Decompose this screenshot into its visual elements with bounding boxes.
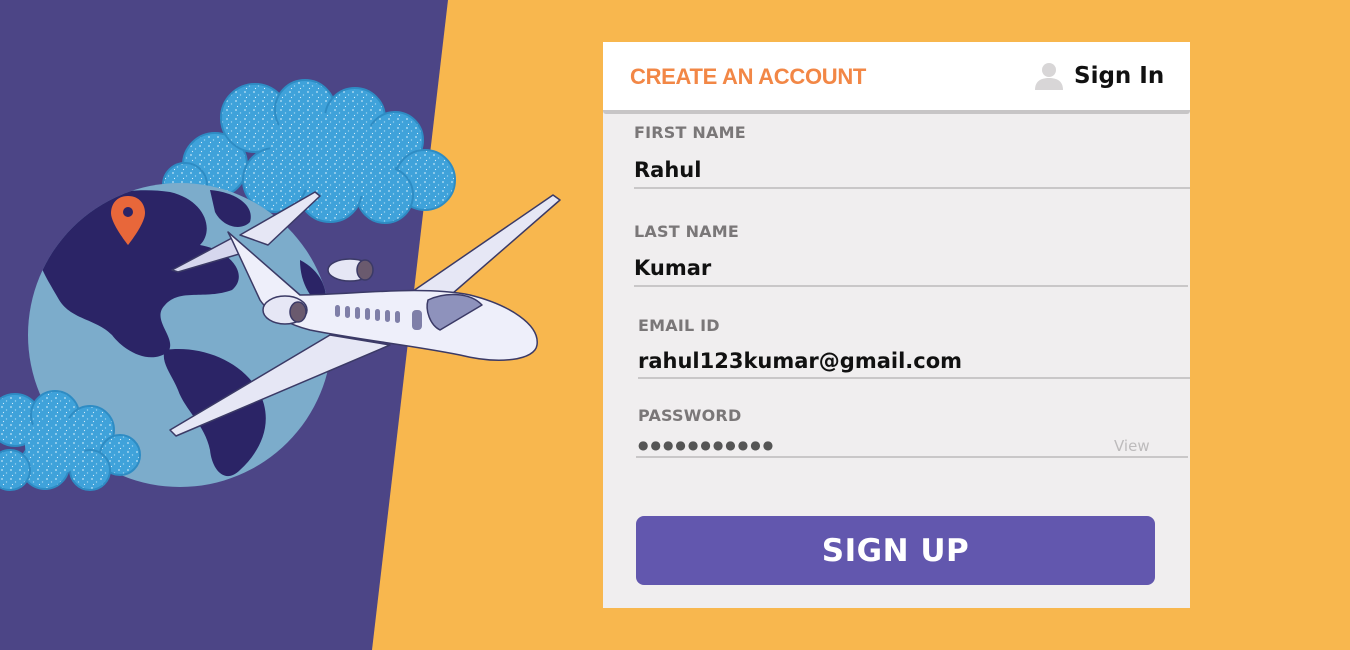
signup-card: CREATE AN ACCOUNT Sign In FIRST NAME LAS…	[603, 42, 1190, 608]
sign-in-label: Sign In	[1074, 63, 1165, 89]
last-name-underline	[634, 285, 1188, 287]
view-password-button[interactable]: View	[1114, 437, 1150, 455]
first-name-input[interactable]	[634, 155, 1184, 185]
last-name-input[interactable]	[634, 253, 1184, 283]
user-icon	[1035, 63, 1063, 90]
email-underline	[638, 377, 1190, 379]
email-label: EMAIL ID	[638, 316, 720, 335]
first-name-label: FIRST NAME	[634, 123, 746, 142]
password-label: PASSWORD	[638, 406, 742, 425]
password-underline	[636, 456, 1188, 458]
create-account-title: CREATE AN ACCOUNT	[630, 64, 867, 89]
card-header: CREATE AN ACCOUNT Sign In	[603, 42, 1190, 110]
last-name-label: LAST NAME	[634, 222, 740, 241]
email-input[interactable]	[638, 346, 1184, 376]
sign-in-link[interactable]: Sign In	[1033, 59, 1164, 93]
first-name-underline	[634, 187, 1190, 189]
sign-up-button[interactable]: SIGN UP	[636, 516, 1155, 585]
password-input[interactable]: ●●●●●●●●●●●	[638, 438, 775, 452]
